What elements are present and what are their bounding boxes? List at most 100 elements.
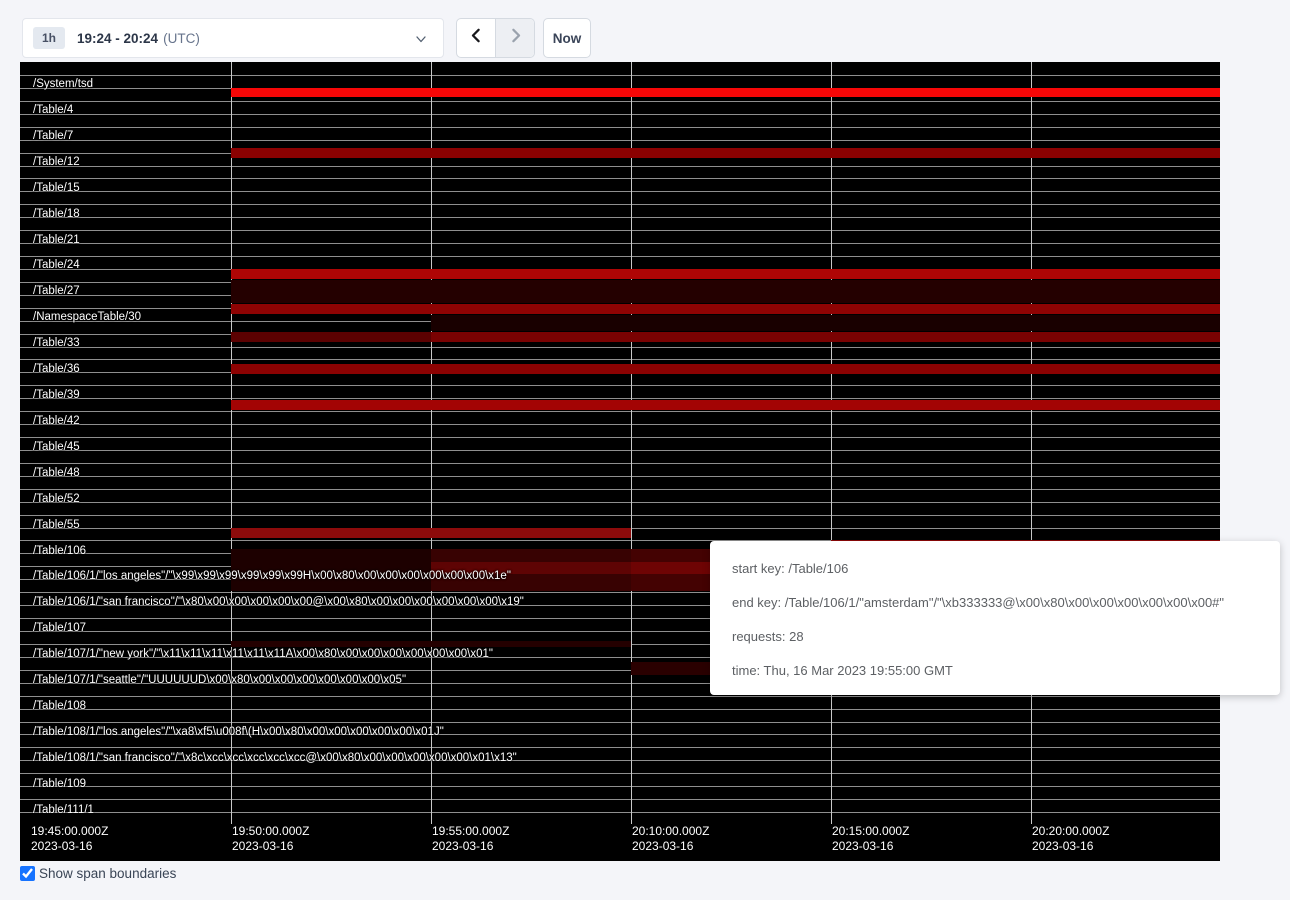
now-button[interactable]: Now [543, 18, 591, 58]
span-boundary-line [20, 812, 1220, 813]
heatmap-band[interactable] [231, 400, 1220, 410]
time-nav-group [456, 18, 535, 58]
span-boundary-line [20, 502, 1220, 503]
span-boundary-line [20, 101, 1220, 102]
span-boundary-line [20, 114, 1220, 115]
row-label: /Table/108/1/"san francisco"/"\x8c\xcc\x… [33, 752, 517, 764]
row-label: /Table/106/1/"los angeles"/"\x99\x99\x99… [33, 570, 511, 582]
x-axis-time-label: 20:10:00.000Z [632, 824, 709, 839]
row-label: /Table/27 [33, 285, 80, 297]
x-axis-time-label: 19:50:00.000Z [232, 824, 309, 839]
row-label: /Table/24 [33, 259, 80, 271]
time-range-label: 19:24 - 20:24 [77, 31, 158, 46]
row-label: /Table/4 [33, 104, 73, 116]
time-bucket-line [231, 62, 232, 824]
span-boundary-line [20, 437, 1220, 438]
time-bucket-line [1031, 62, 1032, 824]
span-boundary-line [20, 140, 1220, 141]
x-axis-date-label: 2023-03-16 [632, 839, 693, 854]
show-span-boundaries-checkbox[interactable] [20, 866, 35, 881]
row-label: /System/tsd [33, 78, 93, 90]
row-label: /Table/111/1 [33, 804, 94, 816]
row-label: /Table/109 [33, 778, 86, 790]
time-bucket-line [631, 62, 632, 824]
time-window-badge: 1h [33, 27, 65, 49]
footer: Show span boundaries [20, 866, 176, 881]
row-label: /Table/12 [33, 156, 80, 168]
heatmap-band[interactable] [231, 332, 431, 342]
time-bucket-line [431, 62, 432, 824]
row-label: /NamespaceTable/30 [33, 311, 141, 323]
row-label: /Table/36 [33, 363, 80, 375]
span-boundary-line [20, 773, 1220, 774]
row-label: /Table/45 [33, 441, 80, 453]
x-axis-date-label: 2023-03-16 [832, 839, 893, 854]
span-boundary-line [20, 359, 1220, 360]
row-label: /Table/55 [33, 519, 80, 531]
heatmap-band[interactable] [231, 528, 631, 538]
x-axis-time-label: 20:20:00.000Z [1032, 824, 1109, 839]
span-boundary-line [20, 127, 1220, 128]
chevron-left-icon [468, 27, 485, 49]
heatmap-band[interactable] [231, 304, 1220, 314]
span-boundary-line [20, 191, 1220, 192]
span-boundary-line [20, 786, 1220, 787]
x-axis-date-label: 2023-03-16 [1032, 839, 1093, 854]
heatmap-band[interactable] [231, 364, 1220, 374]
heatmap-band[interactable] [431, 315, 1220, 331]
key-visualizer-canvas[interactable]: /System/tsd/Table/4/Table/7/Table/12/Tab… [20, 62, 1220, 861]
span-boundary-line [20, 411, 1220, 412]
heatmap-band[interactable] [431, 332, 1220, 342]
heatmap-band[interactable] [231, 280, 1220, 303]
time-bucket-line [831, 62, 832, 824]
tooltip-time: time: Thu, 16 Mar 2023 19:55:00 GMT [732, 654, 1280, 688]
now-button-label: Now [553, 31, 582, 46]
span-tooltip: start key: /Table/106 end key: /Table/10… [710, 541, 1280, 695]
row-label: /Table/33 [33, 337, 80, 349]
tooltip-requests: requests: 28 [732, 620, 1280, 654]
span-boundary-line [20, 243, 1220, 244]
row-label: /Table/106 [33, 545, 86, 557]
x-axis-time-label: 19:45:00.000Z [31, 824, 108, 839]
heatmap-band[interactable] [231, 88, 1220, 97]
row-label: /Table/15 [33, 182, 80, 194]
span-boundary-line [20, 424, 1220, 425]
span-boundary-line [20, 230, 1220, 231]
heatmap-band[interactable] [231, 269, 1220, 279]
tooltip-end-key: end key: /Table/106/1/"amsterdam"/"\xb33… [732, 586, 1280, 620]
span-boundary-line [20, 217, 1220, 218]
row-label: /Table/107/1/"new york"/"\x11\x11\x11\x1… [33, 648, 493, 660]
x-axis-date-label: 2023-03-16 [232, 839, 293, 854]
span-boundary-line [20, 696, 1220, 697]
x-axis-date-label: 2023-03-16 [432, 839, 493, 854]
previous-interval-button[interactable] [457, 19, 496, 57]
row-label: /Table/108 [33, 700, 86, 712]
time-range-select[interactable]: 1h 19:24 - 20:24 (UTC) [22, 18, 444, 58]
row-label: /Table/107 [33, 622, 86, 634]
row-label: /Table/42 [33, 415, 80, 427]
span-boundary-line [20, 463, 1220, 464]
x-axis-date-label: 2023-03-16 [31, 839, 92, 854]
span-boundary-line [20, 747, 1220, 748]
tooltip-start-key: start key: /Table/106 [732, 552, 1280, 586]
row-label: /Table/21 [33, 234, 80, 246]
span-boundary-line [20, 489, 1220, 490]
span-boundary-line [20, 385, 1220, 386]
x-axis-time-label: 20:15:00.000Z [832, 824, 909, 839]
chevron-right-icon [507, 27, 524, 49]
span-boundary-line [20, 204, 1220, 205]
span-boundary-line [20, 166, 1220, 167]
row-label: /Table/18 [33, 208, 80, 220]
span-boundary-line [20, 75, 1220, 76]
heatmap-band[interactable] [231, 148, 1220, 158]
span-boundary-line [20, 256, 1220, 257]
row-label: /Table/107/1/"seattle"/"UUUUUUD\x00\x80\… [33, 674, 406, 686]
span-boundary-line [20, 476, 1220, 477]
next-interval-button[interactable] [496, 19, 534, 57]
span-boundary-line [20, 515, 1220, 516]
row-label: /Table/48 [33, 467, 80, 479]
heatmap-band[interactable] [231, 641, 631, 647]
chevron-down-icon [415, 32, 427, 44]
span-boundary-line [20, 450, 1220, 451]
show-span-boundaries-label[interactable]: Show span boundaries [39, 866, 176, 881]
